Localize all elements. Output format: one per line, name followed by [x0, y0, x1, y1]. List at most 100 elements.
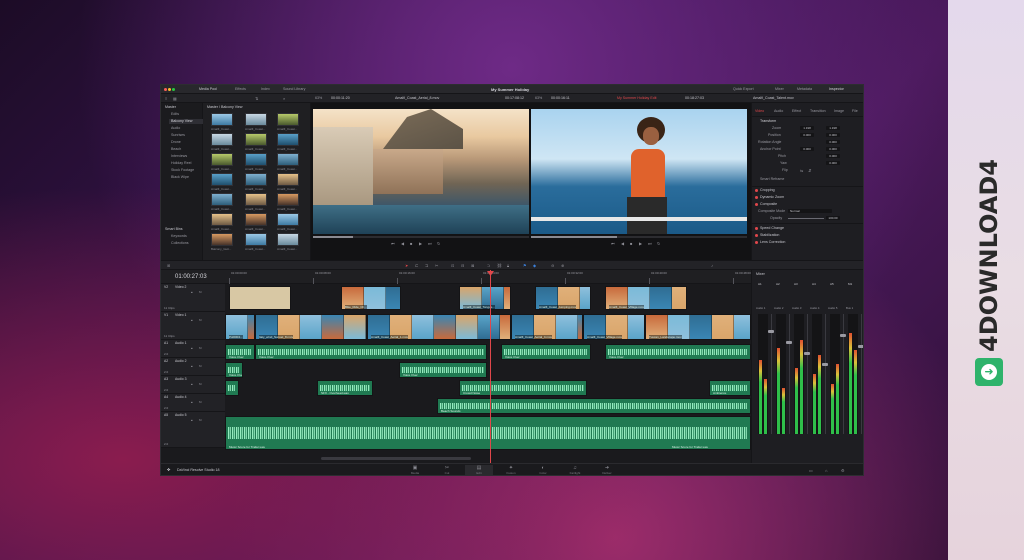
loop-icon[interactable]: ↻ — [437, 241, 440, 246]
clip-thumbnail[interactable] — [245, 193, 267, 206]
stop-icon[interactable]: ■ — [410, 241, 412, 246]
video-clip[interactable]: Amalfi_Coast_Village.mov — [605, 286, 687, 310]
dynamic-zoom-enabled-dot[interactable] — [755, 196, 758, 199]
media-storage-icon[interactable]: ▭ — [809, 468, 813, 473]
flag-icon[interactable]: ⚑ — [523, 263, 527, 268]
video-clip[interactable]: Amalfi_Coast_Village.mov — [583, 314, 645, 340]
bin-item[interactable]: Sunrises — [171, 133, 185, 138]
video-clip[interactable]: Bike_Ride_Ch... — [341, 286, 401, 310]
overwrite-clip-icon[interactable]: ⊟ — [461, 263, 464, 268]
skip-back-icon[interactable]: ⏮ — [391, 241, 395, 246]
speed-change-enabled-dot[interactable] — [755, 227, 758, 230]
fader-knob[interactable] — [768, 330, 774, 333]
track-mute-icon[interactable]: M — [199, 290, 202, 295]
program-skip-back-icon[interactable]: ⏮ — [611, 241, 615, 246]
metadata-toggle[interactable]: Metadata — [797, 87, 812, 92]
media-pool-tab[interactable]: Media Pool — [199, 87, 217, 92]
clip-thumbnail[interactable] — [277, 153, 299, 166]
inspector-toggle[interactable]: Inspector — [829, 87, 844, 92]
track-lock-icon[interactable]: 🔒︎ — [191, 318, 193, 323]
stabilization-section[interactable]: Stabilization — [760, 233, 779, 238]
clip-thumbnail[interactable] — [211, 173, 233, 186]
composite-mode-dropdown[interactable]: Normal — [788, 209, 832, 213]
track-lock-icon[interactable]: 🔒︎ — [191, 418, 193, 423]
section-transform[interactable]: Transform — [760, 119, 776, 124]
pitch-value[interactable]: 0.000 — [826, 154, 840, 158]
inspector-tab-image[interactable]: Image — [834, 109, 844, 114]
smart-reframe-section[interactable]: Smart Reframe — [760, 177, 784, 182]
rotation-value[interactable]: 0.000 — [826, 140, 840, 144]
inspector-tab-video[interactable]: Video — [755, 109, 764, 114]
bin-item[interactable]: Audio — [171, 126, 180, 131]
inspector-tab-audio[interactable]: Audio — [774, 109, 783, 114]
track-mute-icon[interactable]: M — [199, 346, 202, 351]
video-clip[interactable]: Amalfi_Coast_Jumping.mov — [535, 286, 591, 310]
snapping-icon[interactable]: ⊃ — [487, 263, 490, 268]
track-lock-icon[interactable]: 🔒︎ — [191, 400, 193, 405]
clip-thumbnail[interactable] — [277, 233, 299, 246]
clip-thumbnail[interactable] — [245, 153, 267, 166]
program-play-icon[interactable]: ▶ — [639, 241, 642, 246]
position-y-value[interactable]: 0.000 — [826, 133, 840, 137]
video-clip[interactable]: Tuscan_Landscape.mov — [645, 314, 751, 340]
stabilization-enabled-dot[interactable] — [755, 234, 758, 237]
program-stop-icon[interactable]: ■ — [630, 241, 632, 246]
program-skip-forward-icon[interactable]: ⏭ — [648, 241, 652, 246]
fader-knob[interactable] — [840, 334, 846, 337]
track-mute-icon[interactable]: M — [199, 364, 202, 369]
cropping-section[interactable]: Cropping — [760, 188, 775, 193]
bin-item[interactable]: Stock Footage — [171, 168, 194, 173]
clip-thumbnail[interactable] — [211, 133, 233, 146]
page-tab-cut[interactable]: ✂ Cut — [433, 465, 461, 475]
play-reverse-icon[interactable]: ◀ — [401, 241, 404, 246]
clip-thumbnail[interactable] — [277, 173, 299, 186]
playhead[interactable] — [490, 270, 491, 463]
replace-clip-icon[interactable]: ⊠ — [471, 263, 474, 268]
clip-thumbnail[interactable] — [245, 213, 267, 226]
video-clip[interactable]: Amalfi_Coast_Aerial_4.mov — [511, 314, 583, 340]
fader-knob[interactable] — [822, 363, 828, 366]
inspector-tab-transition[interactable]: Transition — [810, 109, 826, 114]
inspector-tab-file[interactable]: File — [852, 109, 858, 114]
selection-tool-icon[interactable]: ➤ — [405, 263, 408, 268]
speed-change-section[interactable]: Speed Change — [760, 226, 784, 231]
clip-thumbnail[interactable] — [211, 233, 233, 246]
clip-thumbnail[interactable] — [245, 233, 267, 246]
page-tab-edit[interactable]: ▤ Edit — [465, 465, 493, 475]
program-zoom[interactable]: 63% — [535, 96, 542, 101]
zoom-x-value[interactable]: 1.198 — [800, 126, 814, 130]
index-tab[interactable]: Index — [261, 87, 270, 92]
fader-knob[interactable] — [858, 345, 863, 348]
bin-item[interactable]: Holiday Reel — [171, 161, 191, 166]
program-timeline-name[interactable]: My Summer Holiday Edit — [617, 96, 657, 101]
yaw-value[interactable]: 0.000 — [826, 161, 840, 165]
lens-correction-section[interactable]: Lens Correction — [760, 240, 785, 245]
program-loop-icon[interactable]: ↻ — [657, 241, 660, 246]
page-tab-fusion[interactable]: ✦ Fusion — [497, 465, 525, 475]
project-manager-icon[interactable]: ⌂ — [825, 468, 827, 473]
clip-thumbnail[interactable] — [277, 213, 299, 226]
anchor-y-value[interactable]: 0.000 — [826, 147, 840, 151]
insert-clip-icon[interactable]: ⊡ — [451, 263, 454, 268]
source-zoom[interactable]: 63% — [315, 96, 322, 101]
page-tab-media[interactable]: ▣ Media — [401, 465, 429, 475]
track-lock-icon[interactable]: 🔒︎ — [191, 346, 193, 351]
list-view-icon[interactable]: ≡ — [165, 96, 167, 101]
trim-tool-icon[interactable]: ⊏ — [415, 263, 418, 268]
play-icon[interactable]: ▶ — [419, 241, 422, 246]
quick-export-button[interactable]: Quick Export — [733, 87, 754, 92]
source-scrubber[interactable] — [313, 236, 529, 238]
dynamic-trim-icon[interactable]: ⊐ — [425, 263, 428, 268]
track-lock-icon[interactable]: 🔒︎ — [191, 382, 193, 387]
video-clip[interactable]: Pol0004... — [225, 314, 255, 340]
clip-thumbnail[interactable] — [277, 113, 299, 126]
bin-item-selected[interactable]: Balcony View — [169, 119, 203, 124]
bin-item[interactable]: Edits — [171, 112, 179, 117]
audio-clip[interactable]: Voice Over — [605, 344, 751, 360]
bin-item[interactable]: Interviews — [171, 154, 187, 159]
bin-item[interactable]: Black Wipe — [171, 175, 189, 180]
audio-meter-icon[interactable]: ♪ — [711, 263, 713, 268]
program-scrubber[interactable] — [531, 236, 747, 238]
page-tab-color[interactable]: ◐ Color — [529, 465, 557, 475]
settings-icon[interactable]: ⚙ — [841, 468, 845, 473]
